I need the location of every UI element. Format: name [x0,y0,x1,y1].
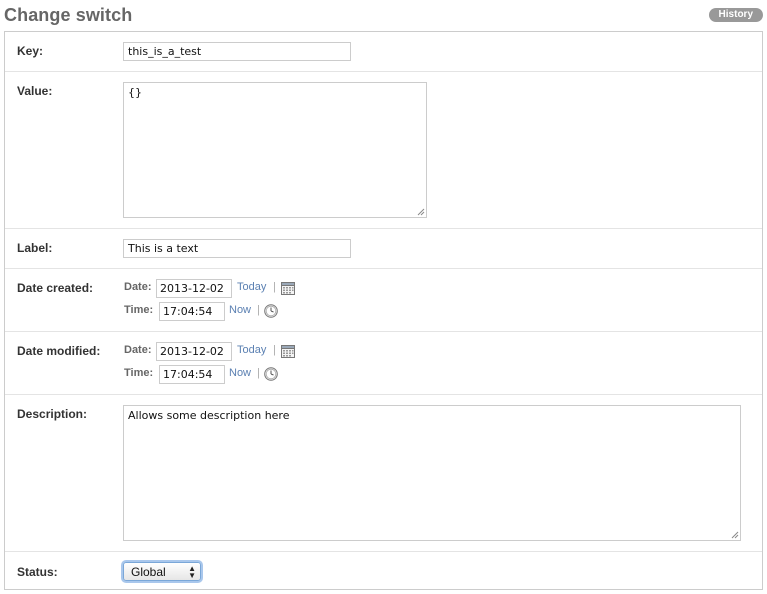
resize-grip-icon[interactable] [417,208,425,216]
date-modified-label: Date modified: [17,344,101,358]
date-modified-time-label: Time: [124,367,154,379]
description-label: Description: [17,407,88,421]
form-row-description: Description: Allows some description her… [5,395,762,552]
change-form: Key: this_is_a_test Value: {} Label: Thi… [4,31,763,590]
form-row-status: Status: Global ▲ ▼ [5,552,762,591]
calendar-icon[interactable] [281,344,295,358]
date-modified-now-link[interactable]: Now [229,367,251,379]
date-created-now-link[interactable]: Now [229,304,251,316]
form-row-key: Key: this_is_a_test [5,32,762,72]
separator: | [273,281,276,293]
date-created-date-label: Date: [124,281,152,293]
form-row-date-created: Date created: Date: 2013-12-02 Today | T… [5,269,762,332]
clock-icon[interactable] [264,367,278,381]
date-modified-date-label: Date: [124,344,152,356]
date-created-today-link[interactable]: Today [237,281,266,293]
key-input[interactable]: this_is_a_test [123,42,351,61]
separator: | [273,344,276,356]
history-button[interactable]: History [708,8,763,22]
calendar-icon[interactable] [281,281,295,295]
form-row-label: Label: This is a text [5,229,762,269]
key-label: Key: [17,44,44,58]
date-modified-date-input[interactable]: 2013-12-02 [156,342,232,361]
status-label: Status: [17,565,58,579]
form-row-date-modified: Date modified: Date: 2013-12-02 Today | … [5,332,762,395]
separator: | [257,304,260,316]
label-label: Label: [17,241,53,255]
value-text: {} [128,86,142,99]
value-textarea[interactable]: {} [123,82,427,218]
select-arrows-icon: ▲ ▼ [188,564,196,580]
description-textarea[interactable]: Allows some description here [123,405,741,541]
form-row-value: Value: {} [5,72,762,229]
status-selected-value: Global [131,565,166,579]
resize-grip-icon[interactable] [731,531,739,539]
status-select[interactable]: Global ▲ ▼ [123,562,201,581]
date-created-time-input[interactable]: 17:04:54 [159,302,225,321]
date-created-time-label: Time: [124,304,154,316]
value-label: Value: [17,84,53,98]
label-input[interactable]: This is a text [123,239,351,258]
description-text: Allows some description here [128,409,290,422]
date-modified-time-input[interactable]: 17:04:54 [159,365,225,384]
change-switch-page: Change switch History Key: this_is_a_tes… [0,0,767,594]
clock-icon[interactable] [264,304,278,318]
separator: | [257,367,260,379]
date-created-label: Date created: [17,281,94,295]
page-title: Change switch [4,5,133,25]
date-modified-today-link[interactable]: Today [237,344,266,356]
date-created-date-input[interactable]: 2013-12-02 [156,279,232,298]
